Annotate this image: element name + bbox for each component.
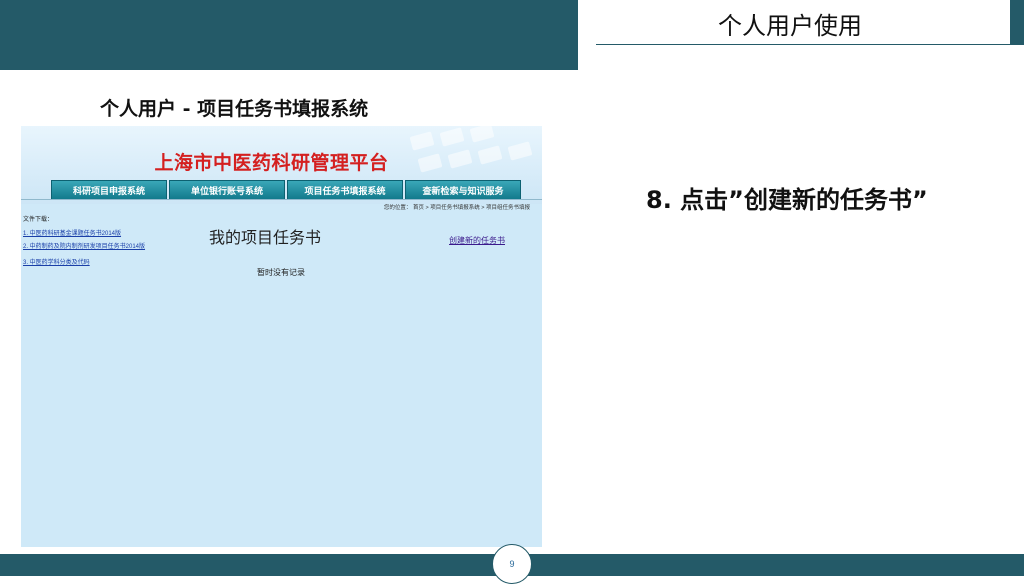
nav-research-application[interactable]: 科研项目申报系统 xyxy=(51,180,167,200)
download-link-2[interactable]: 2. 中药制药及院内制剂研发项目任务书2014版 xyxy=(23,241,145,250)
downloads-label: 文件下载： xyxy=(23,217,54,223)
platform-title-text: 上海市中医药科研管理平台 xyxy=(154,152,389,174)
platform-nav: 科研项目申报系统 单位银行账号系统 项目任务书填报系统 查新检索与知识服务 xyxy=(51,180,521,200)
nav-bank-account[interactable]: 单位银行账号系统 xyxy=(169,180,285,200)
nav-task-book[interactable]: 项目任务书填报系统 xyxy=(287,180,403,200)
header-underline xyxy=(596,44,1010,45)
top-banner xyxy=(0,0,578,70)
create-task-book-link[interactable]: 创建新的任务书 xyxy=(449,235,505,246)
empty-state: 暂时没有记录 xyxy=(257,268,305,277)
breadcrumb: 您的位置： 首页 > 项目任务书填报系统 > 项目组任务书填报 xyxy=(383,205,530,211)
page-heading: 我的项目任务书 xyxy=(209,228,322,247)
platform-title: 上海市中医药科研管理平台 xyxy=(21,148,542,175)
page-number-badge: 9 xyxy=(492,544,532,584)
platform-banner: 上海市中医药科研管理平台 科研项目申报系统 单位银行账号系统 项目任务书填报系统… xyxy=(21,126,542,204)
nav-search-service[interactable]: 查新检索与知识服务 xyxy=(405,180,521,200)
slide-header: 个人用户使用 xyxy=(718,12,862,40)
embedded-screenshot: 上海市中医药科研管理平台 科研项目申报系统 单位银行账号系统 项目任务书填报系统… xyxy=(21,126,542,547)
nav-divider xyxy=(21,199,542,200)
slide-title: 个人用户 - 项目任务书填报系统 xyxy=(100,98,369,120)
step-instruction: 8. 点击”创建新的任务书” xyxy=(646,186,928,214)
page-number: 9 xyxy=(509,559,515,569)
download-link-1[interactable]: 1. 中医药科研基金课题任务书2014版 xyxy=(23,228,121,237)
top-right-accent xyxy=(1010,0,1024,45)
download-link-3[interactable]: 3. 中医药学科分类及代码 xyxy=(23,257,90,266)
